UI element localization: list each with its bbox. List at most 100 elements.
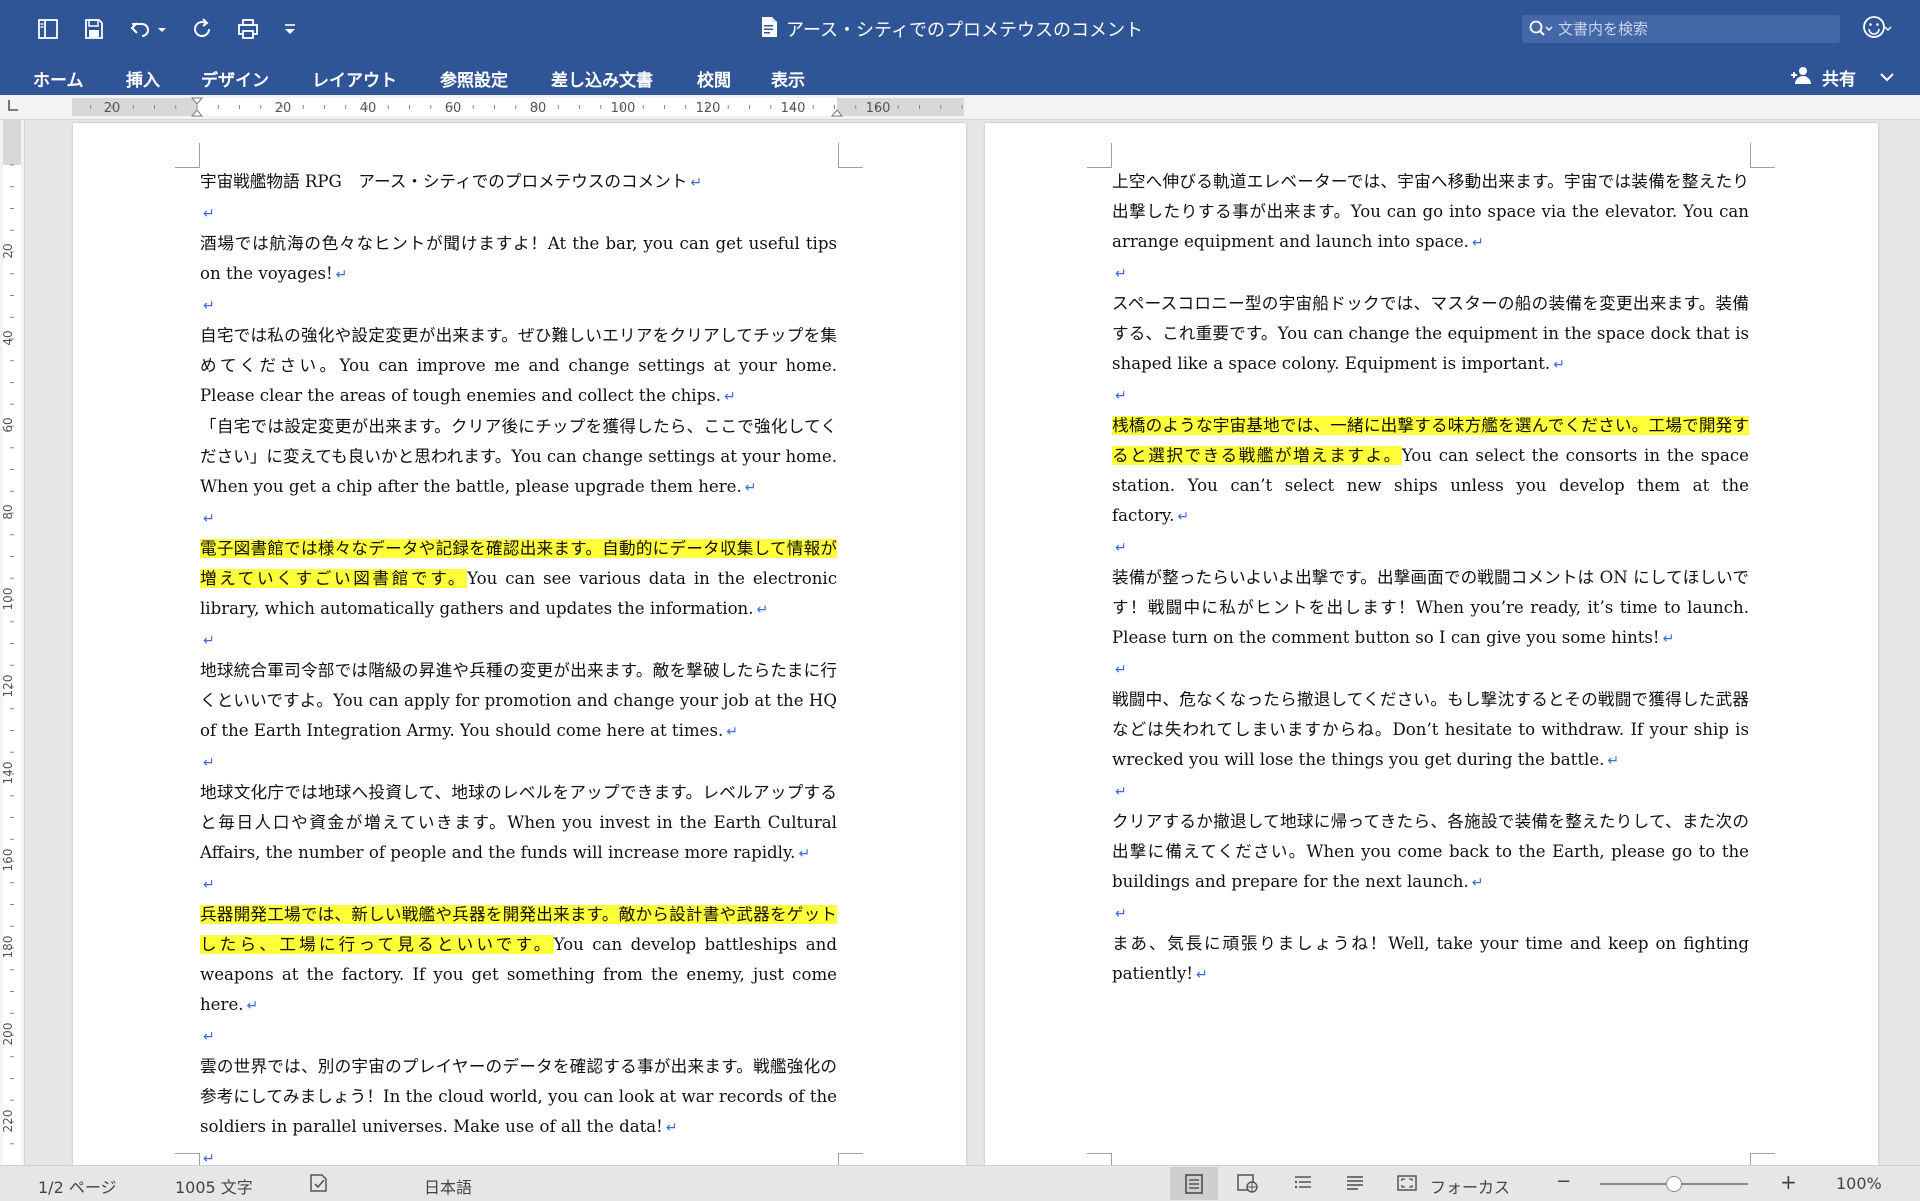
- page-indicator[interactable]: 1/2 ページ: [38, 1174, 117, 1198]
- redo-icon[interactable]: [186, 13, 218, 45]
- paragraph-mark-icon: ↵: [1607, 753, 1620, 769]
- title-bar: アース・シティでのプロメテウスのコメント: [0, 0, 1920, 58]
- paragraph-mark-icon: ↵: [726, 724, 738, 740]
- paragraph[interactable]: ↵: [1112, 258, 1749, 289]
- paragraph-mark-icon: ↵: [1115, 906, 1127, 922]
- margin-corner-mark: [1750, 143, 1775, 168]
- paragraph[interactable]: ↵: [1112, 776, 1749, 807]
- undo-icon[interactable]: [124, 13, 156, 45]
- paragraph[interactable]: スペースコロニー型の宇宙船ドックでは、マスターの船の装備を変更出来ます。装備する…: [1112, 289, 1749, 380]
- paragraph-mark-icon: ↵: [724, 389, 736, 405]
- page-body-text[interactable]: 宇宙戦艦物語 RPG アース・シティでのプロメテウスのコメント ↵ ↵ 酒場では航海の…: [200, 167, 837, 1165]
- tab-view[interactable]: 表示: [771, 66, 805, 91]
- draft-view-icon[interactable]: [1344, 1172, 1366, 1194]
- ruler-label: 20: [1, 243, 15, 258]
- tab-review[interactable]: 校閲: [697, 66, 731, 91]
- paragraph[interactable]: ↵: [1112, 380, 1749, 411]
- web-layout-icon[interactable]: [1236, 1172, 1258, 1194]
- paragraph-text: スペースコロニー型の宇宙船ドックでは、マスターの船の装備を変更出来ます。装備する…: [1112, 294, 1749, 373]
- document-page-2[interactable]: 上空へ伸びる軌道エレベーターでは、宇宙へ移動出来ます。宇宙では装備を整えたり出撃…: [985, 123, 1878, 1165]
- paragraph[interactable]: ↵: [200, 747, 837, 778]
- paragraph[interactable]: 兵器開発工場では、新しい戦艦や兵器を開発出来ます。敵から設計書や武器をゲットした…: [200, 900, 837, 1021]
- paragraph-text: 上空へ伸びる軌道エレベーターでは、宇宙へ移動出来ます。宇宙では装備を整えたり出撃…: [1112, 172, 1749, 251]
- search-input[interactable]: [1554, 17, 1832, 41]
- ruler-label: 80: [530, 101, 547, 116]
- ruler-label: 220: [1, 1110, 15, 1133]
- word-count[interactable]: 1005 文字: [175, 1174, 253, 1198]
- paragraph[interactable]: 雲の世界では、別の宇宙のプレイヤーのデータを確認する事が出来ます。戦艦強化の参考…: [200, 1052, 837, 1143]
- tab-layout[interactable]: レイアウト: [312, 66, 397, 91]
- tab-stop-selector-icon[interactable]: [5, 98, 21, 114]
- zoom-slider-thumb[interactable]: [1666, 1176, 1682, 1192]
- paragraph[interactable]: 地球文化庁では地球へ投資して、地球のレベルをアップできます。レベルアップすると毎…: [200, 778, 837, 869]
- search-box[interactable]: [1522, 15, 1840, 43]
- paragraph[interactable]: 電子図書館では様々なデータや記録を確認出来ます。自動的にデータ収集して情報が増え…: [200, 534, 837, 625]
- paragraph[interactable]: ↵: [1112, 654, 1749, 685]
- tab-references[interactable]: 参照設定: [440, 66, 508, 91]
- collapse-ribbon-chevron-icon[interactable]: [1876, 66, 1898, 88]
- tab-home[interactable]: ホーム: [33, 66, 84, 91]
- search-icon[interactable]: [1528, 19, 1554, 39]
- paragraph[interactable]: ↵: [200, 1143, 837, 1165]
- zoom-in-button[interactable]: +: [1780, 1170, 1797, 1194]
- proofing-icon[interactable]: [308, 1172, 330, 1194]
- paragraph[interactable]: ↵: [200, 869, 837, 900]
- document-page-1[interactable]: 宇宙戦艦物語 RPG アース・シティでのプロメテウスのコメント ↵ ↵ 酒場では航海の…: [73, 123, 966, 1165]
- paragraph-mark-icon: ↵: [1115, 266, 1127, 282]
- share-label: 共有: [1822, 69, 1856, 90]
- paragraph-text: 戦闘中、危なくなったら撤退してください。もし撃沈するとその戦闘で獲得した武器など…: [1112, 690, 1749, 769]
- share-button[interactable]: 共有: [1790, 64, 1856, 90]
- paragraph-text: 雲の世界では、別の宇宙のプレイヤーのデータを確認する事が出来ます。戦艦強化の参考…: [200, 1057, 837, 1136]
- paragraph-mark-icon: ↵: [1115, 540, 1127, 556]
- zoom-out-button[interactable]: −: [1556, 1171, 1571, 1192]
- paragraph[interactable]: 上空へ伸びる軌道エレベーターでは、宇宙へ移動出来ます。宇宙では装備を整えたり出撃…: [1112, 167, 1749, 258]
- ruler-label: 120: [696, 101, 721, 116]
- paragraph[interactable]: ↵: [200, 1021, 837, 1052]
- paragraph[interactable]: ↵: [1112, 532, 1749, 563]
- tab-design[interactable]: デザイン: [201, 66, 269, 91]
- paragraph[interactable]: 地球統合軍司令部では階級の昇進や兵種の変更が出来ます。敵を撃破したらたまに行くと…: [200, 656, 837, 747]
- paragraph-mark-icon: ↵: [1662, 631, 1675, 647]
- status-bar: 1/2 ページ 1005 文字 日本語 フォーカス − + 100%: [0, 1165, 1920, 1201]
- paragraph[interactable]: 桟橋のような宇宙基地では、一緒に出撃する味方艦を選んでください。工場で開発すると…: [1112, 411, 1749, 532]
- word-document-icon: [760, 16, 778, 42]
- page-body-text[interactable]: 上空へ伸びる軌道エレベーターでは、宇宙へ移動出来ます。宇宙では装備を整えたり出撃…: [1112, 167, 1749, 990]
- language-indicator[interactable]: 日本語: [424, 1174, 472, 1198]
- paragraph[interactable]: 「自宅では設定変更が出来ます。クリア後にチップを獲得したら、ここで強化してくださ…: [200, 412, 837, 503]
- add-person-icon: [1790, 65, 1816, 89]
- paragraph[interactable]: ↵: [200, 625, 837, 656]
- horizontal-ruler[interactable]: 20 20 40 60 80 100 120 140 160: [72, 96, 964, 118]
- print-icon[interactable]: [232, 13, 264, 45]
- tab-insert[interactable]: 挿入: [126, 66, 160, 91]
- paragraph[interactable]: 宇宙戦艦物語 RPG アース・シティでのプロメテウスのコメント ↵: [200, 167, 837, 198]
- focus-mode-label[interactable]: フォーカス: [1430, 1174, 1510, 1198]
- paragraph[interactable]: 酒場では航海の色々なヒントが聞けますよ！At the bar, you can …: [200, 229, 837, 290]
- paragraph-text: 「自宅では設定変更が出来ます。クリア後にチップを獲得したら、ここで強化してくださ…: [200, 417, 837, 496]
- margin-corner-mark: [838, 143, 863, 168]
- tab-mailings[interactable]: 差し込み文書: [551, 66, 653, 91]
- feedback-smiley-icon[interactable]: [1862, 14, 1892, 44]
- print-layout-view-button[interactable]: [1170, 1167, 1218, 1200]
- paragraph[interactable]: まあ、気長に頑張りましょうね！Well, take your time and …: [1112, 929, 1749, 990]
- paragraph[interactable]: 自宅では私の強化や設定変更が出来ます。ぜひ難しいエリアをクリアしてチップを集めて…: [200, 321, 837, 412]
- horizontal-ruler-bar: 20 20 40 60 80 100 120 140 160: [0, 95, 1920, 120]
- zoom-level[interactable]: 100%: [1836, 1174, 1882, 1193]
- paragraph-mark-icon: ↵: [203, 1151, 215, 1165]
- save-icon[interactable]: [78, 13, 110, 45]
- customize-toolbar-icon[interactable]: [280, 13, 300, 45]
- paragraph[interactable]: ↵: [1112, 898, 1749, 929]
- focus-mode-icon[interactable]: [1396, 1172, 1418, 1194]
- paragraph[interactable]: ↵: [200, 503, 837, 534]
- outline-view-icon[interactable]: [1292, 1172, 1314, 1194]
- paragraph[interactable]: 戦闘中、危なくなったら撤退してください。もし撃沈するとその戦闘で獲得した武器など…: [1112, 685, 1749, 776]
- paragraph[interactable]: ↵: [200, 290, 837, 321]
- sidebar-toggle-icon[interactable]: [32, 13, 64, 45]
- undo-dropdown-icon[interactable]: [154, 13, 170, 45]
- paragraph[interactable]: ↵: [200, 198, 837, 229]
- paragraph[interactable]: クリアするか撤退して地球に帰ってきたら、各施設で装備を整えたりして、また次の出撃…: [1112, 807, 1749, 898]
- margin-corner-mark: [1087, 1153, 1112, 1165]
- paragraph-mark-icon: ↵: [690, 175, 703, 191]
- paragraph[interactable]: 装備が整ったらいよいよ出撃です。出撃画面での戦闘コメントは ON にしてほしいで…: [1112, 563, 1749, 654]
- paragraph-mark-icon: ↵: [203, 633, 215, 649]
- vertical-ruler[interactable]: 20 40 60 80 100 120 140 160 180 200 220: [0, 120, 25, 1165]
